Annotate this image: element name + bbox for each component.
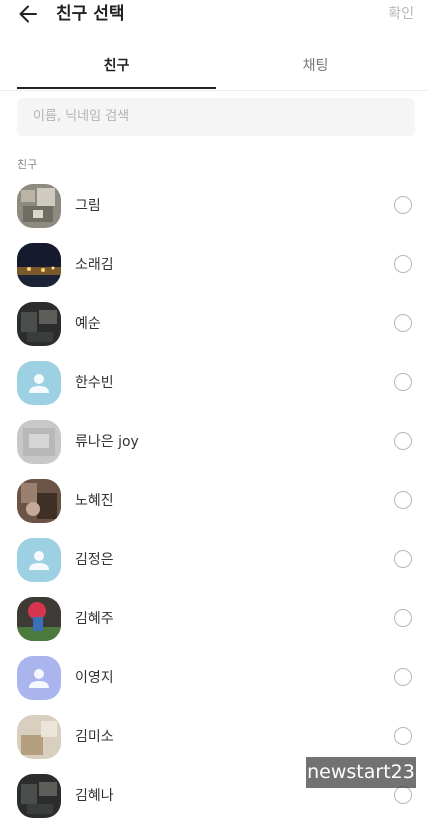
friend-row[interactable]: 소래김: [0, 236, 428, 295]
select-radio[interactable]: [394, 609, 412, 627]
select-radio[interactable]: [394, 668, 412, 686]
friend-avatar: [17, 420, 61, 464]
section-header-friends: 친구: [17, 158, 38, 171]
friend-name: 예순: [75, 316, 101, 332]
friend-avatar: [17, 715, 61, 759]
friend-row[interactable]: 그림: [0, 177, 428, 236]
select-radio[interactable]: [394, 432, 412, 450]
select-radio[interactable]: [394, 550, 412, 568]
friend-name: 김혜주: [75, 611, 114, 627]
select-radio[interactable]: [394, 373, 412, 391]
confirm-button[interactable]: 확인: [388, 3, 414, 25]
watermark: newstart23: [306, 757, 416, 788]
active-tab-indicator: [17, 87, 216, 89]
select-radio[interactable]: [394, 255, 412, 273]
friend-row[interactable]: 류나은 joy: [0, 413, 428, 472]
friend-name: 김정은: [75, 552, 114, 568]
friend-name: 이영지: [75, 670, 114, 686]
app-header: 친구 선택 확인: [0, 0, 428, 32]
friend-row[interactable]: 이영지: [0, 649, 428, 708]
friend-avatar: [17, 538, 61, 582]
friend-row[interactable]: 김혜주: [0, 590, 428, 649]
tab-friends[interactable]: 친구: [17, 44, 216, 90]
select-radio[interactable]: [394, 314, 412, 332]
friend-name: 그림: [75, 198, 101, 214]
friend-name: 김혜나: [75, 788, 114, 804]
tab-chats[interactable]: 채팅: [216, 44, 415, 90]
friend-name: 한수빈: [75, 375, 114, 391]
friend-avatar: [17, 243, 61, 287]
back-arrow-icon[interactable]: [16, 2, 42, 26]
friend-avatar: [17, 656, 61, 700]
tab-bar: 친구 채팅: [0, 44, 428, 91]
friend-name: 류나은 joy: [75, 434, 139, 450]
friend-avatar: [17, 597, 61, 641]
friend-row[interactable]: 노혜진: [0, 472, 428, 531]
friend-row[interactable]: 김정은: [0, 531, 428, 590]
select-radio[interactable]: [394, 491, 412, 509]
friend-name: 노혜진: [75, 493, 114, 509]
select-radio[interactable]: [394, 727, 412, 745]
friend-name: 김미소: [75, 729, 114, 745]
friend-avatar: [17, 479, 61, 523]
friend-row[interactable]: 예순: [0, 295, 428, 354]
search-input[interactable]: 이름, 닉네임 검색: [17, 98, 415, 136]
friend-list: 그림소래김예순한수빈류나은 joy 노혜진김정은김혜주이영지김미소김혜나: [0, 177, 428, 826]
friend-avatar: [17, 361, 61, 405]
friend-avatar: [17, 184, 61, 228]
select-radio[interactable]: [394, 786, 412, 804]
friend-row[interactable]: 한수빈: [0, 354, 428, 413]
friend-avatar: [17, 302, 61, 346]
page-title: 친구 선택: [56, 4, 125, 24]
select-radio[interactable]: [394, 196, 412, 214]
friend-avatar: [17, 774, 61, 818]
friend-name: 소래김: [75, 257, 114, 273]
